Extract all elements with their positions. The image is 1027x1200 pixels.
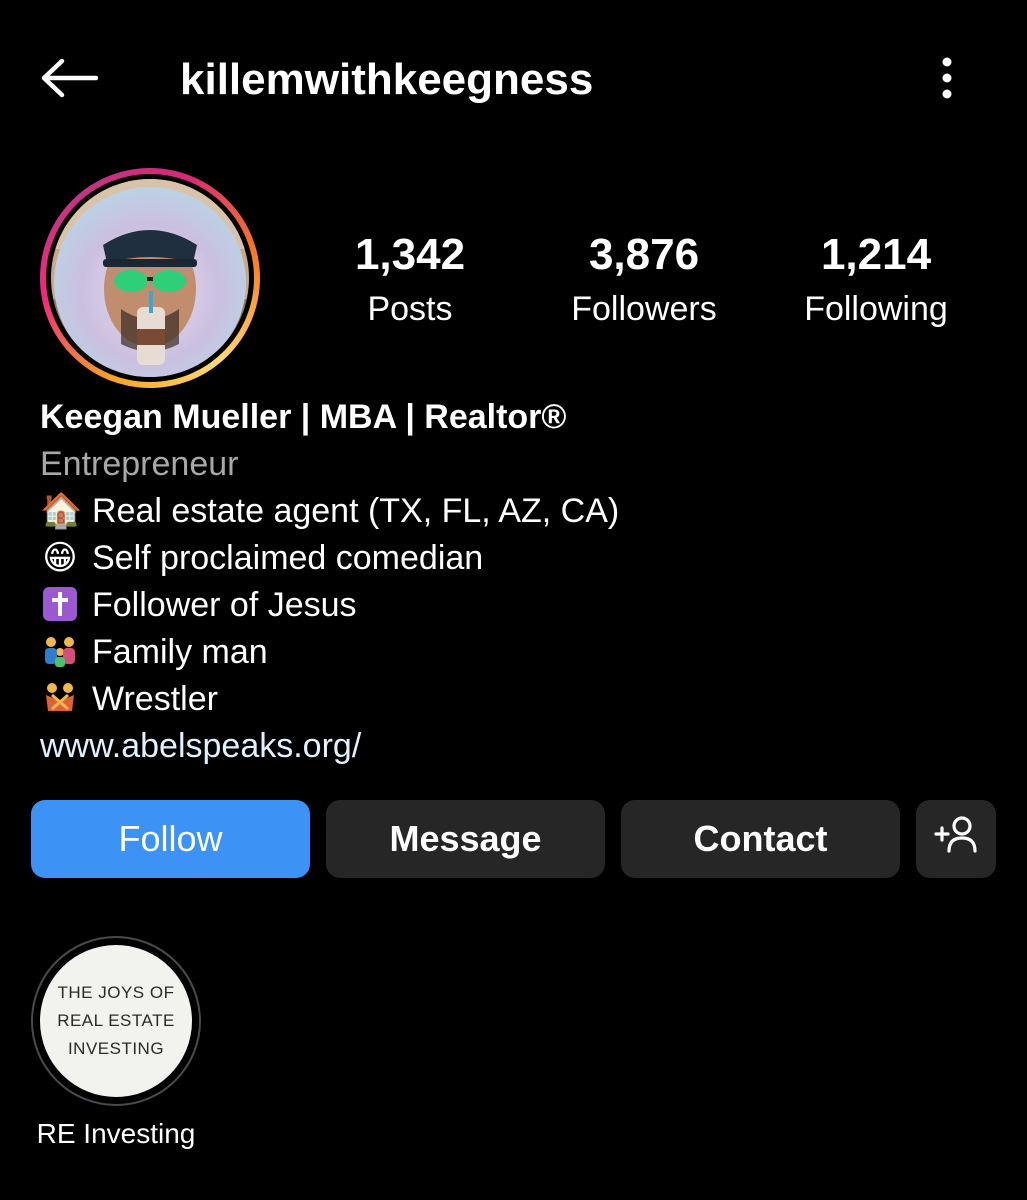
family-icon: [40, 629, 80, 675]
highlight-cover: THE JOYS OF REAL ESTATE INVESTING: [40, 945, 192, 1097]
following-label: Following: [804, 290, 948, 328]
highlight-cover-line: REAL ESTATE: [57, 1011, 175, 1030]
stat-posts[interactable]: 1,342 Posts: [310, 228, 510, 332]
story-highlight-re-investing[interactable]: THE JOYS OF REAL ESTATE INVESTING: [31, 936, 201, 1106]
highlight-label[interactable]: RE Investing: [16, 1114, 216, 1154]
bio-website-link[interactable]: www.abelspeaks.org/: [40, 727, 361, 765]
followers-label: Followers: [571, 290, 717, 328]
bio-line: Follower of Jesus: [40, 582, 357, 628]
profile-username: killemwithkeegness: [180, 55, 594, 104]
following-count: 1,214: [820, 230, 932, 279]
bio-line-text: Real estate agent (TX, FL, AZ, CA): [92, 492, 620, 530]
suggested-accounts-button[interactable]: [916, 800, 996, 878]
bio-line-text: Self proclaimed comedian: [92, 539, 484, 577]
wrestlers-icon: [40, 676, 80, 722]
bio-link-row: www.abelspeaks.org/: [40, 723, 361, 769]
posts-count: 1,342: [354, 230, 466, 279]
bio-line-text: Wrestler: [92, 680, 218, 718]
bio-line: Family man: [40, 629, 268, 675]
followers-count: 3,876: [588, 230, 700, 279]
stat-following[interactable]: 1,214 Following: [776, 228, 976, 332]
house-icon: 🏠: [40, 491, 83, 531]
more-options-button[interactable]: [920, 52, 974, 108]
avatar: [51, 179, 249, 377]
arrow-left-icon: [40, 58, 99, 103]
more-vertical-icon: [941, 56, 953, 105]
bio-line: 😁 Self proclaimed comedian: [40, 535, 483, 581]
bio-line-text: Follower of Jesus: [92, 586, 357, 624]
bio-line: Wrestler: [40, 676, 218, 722]
contact-button[interactable]: Contact: [621, 800, 900, 878]
back-button[interactable]: [34, 52, 104, 108]
grinning-face-icon: 😁: [42, 538, 78, 578]
profile-full-name: Keegan Mueller | MBA | Realtor®: [40, 398, 567, 436]
posts-label: Posts: [367, 290, 453, 328]
highlight-cover-line: THE JOYS OF: [57, 983, 175, 1002]
profile-category: Entrepreneur: [40, 445, 239, 483]
stat-followers[interactable]: 3,876 Followers: [544, 228, 744, 332]
follow-button[interactable]: Follow: [31, 800, 310, 878]
message-button[interactable]: Message: [326, 800, 605, 878]
highlight-cover-line: INVESTING: [67, 1039, 165, 1058]
bio-line: 🏠 Real estate agent (TX, FL, AZ, CA): [40, 488, 619, 534]
add-person-icon: [934, 815, 978, 864]
latin-cross-icon: [40, 582, 80, 628]
profile-avatar-story-ring[interactable]: [40, 168, 260, 388]
bio-line-text: Family man: [92, 633, 268, 671]
